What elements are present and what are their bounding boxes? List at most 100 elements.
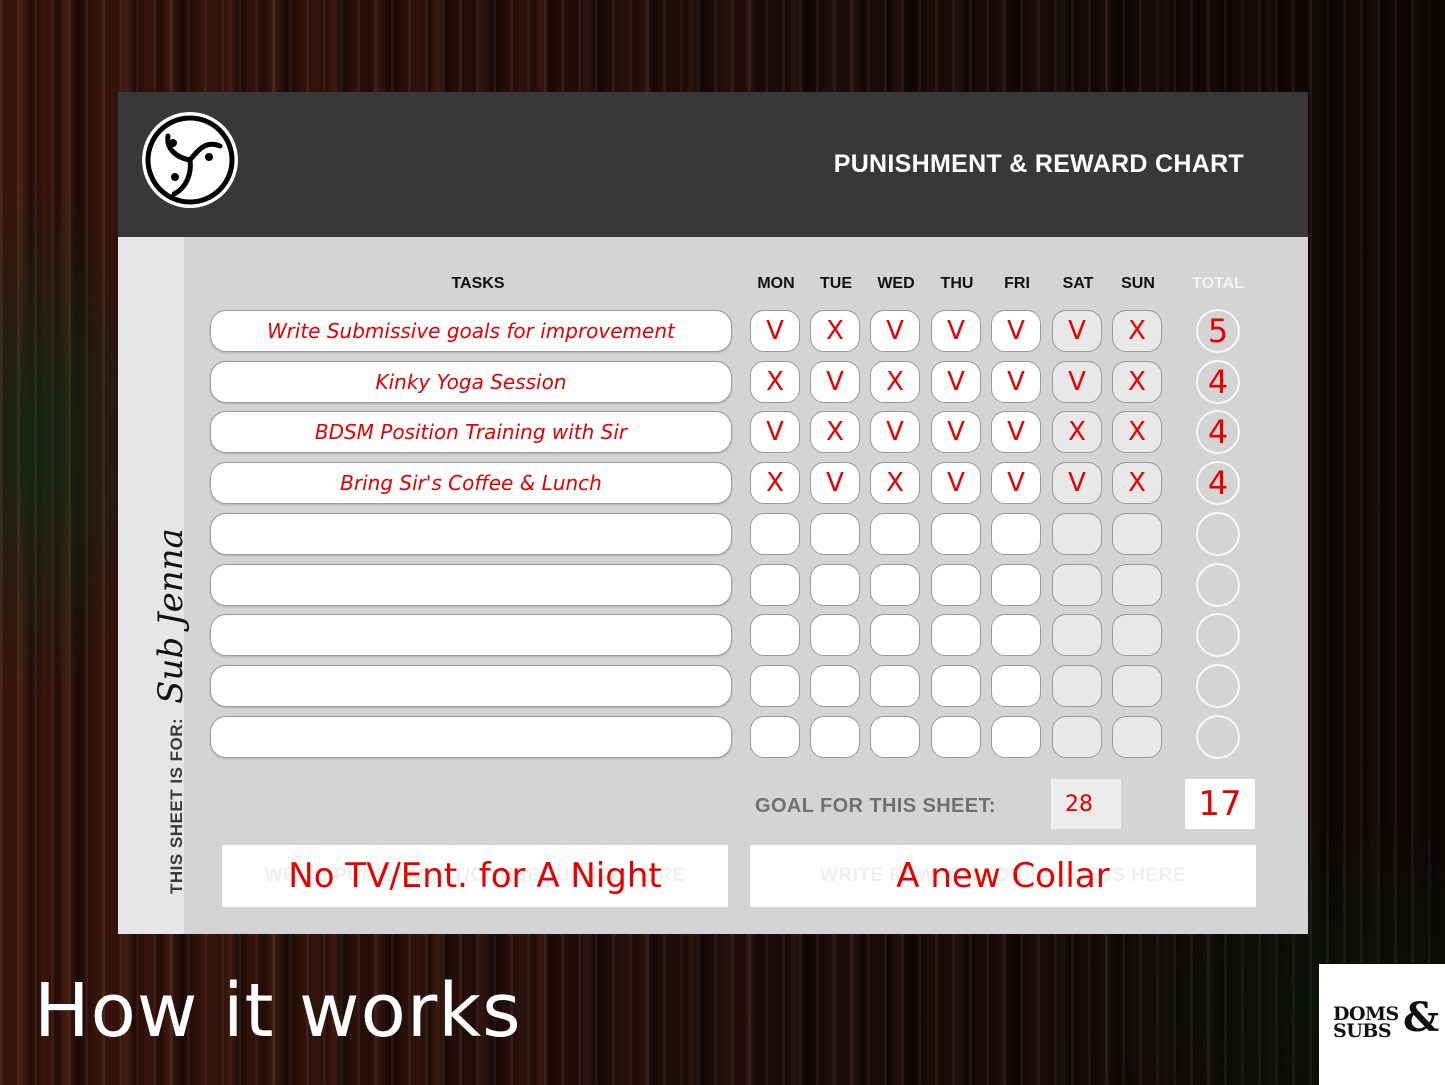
reward-value: A new Collar [896, 856, 1110, 896]
punishment-field[interactable]: WRITE PUNISHMENT/CONSEQUENCE HERE No TV/… [222, 845, 728, 907]
goal-value-field[interactable]: 28 [1051, 779, 1121, 829]
reward-field[interactable]: WRITE REWARD FOR SUCCESS HERE A new Coll… [750, 845, 1256, 907]
day-checkbox-thu[interactable]: V [931, 360, 981, 403]
sheet-owner-label: THIS SHEET IS FOR: [167, 717, 186, 894]
day-checkbox-thu[interactable]: V [931, 310, 981, 352]
day-checkbox-sat[interactable] [1052, 715, 1102, 758]
day-checkbox-mon[interactable] [750, 512, 800, 555]
day-checkbox-sun[interactable] [1112, 512, 1162, 555]
day-checkbox-sun[interactable]: X [1112, 462, 1162, 505]
row-total[interactable] [1196, 562, 1240, 607]
day-checkbox-fri[interactable] [991, 664, 1041, 707]
day-checkbox-thu[interactable] [931, 512, 981, 555]
day-checkbox-fri[interactable]: V [991, 411, 1041, 454]
row-total[interactable]: 4 [1196, 359, 1240, 404]
day-checkbox-fri[interactable] [991, 512, 1041, 555]
day-checkbox-mon[interactable]: X [750, 360, 800, 403]
task-field[interactable] [210, 563, 732, 606]
day-checkbox-tue[interactable] [810, 512, 860, 555]
task-field[interactable]: Kinky Yoga Session [210, 360, 732, 403]
day-checkbox-wed[interactable] [870, 614, 920, 657]
row-total[interactable]: 4 [1196, 461, 1240, 506]
day-checkbox-sun[interactable] [1112, 614, 1162, 657]
day-checkbox-wed[interactable] [870, 715, 920, 758]
day-checkbox-tue[interactable] [810, 664, 860, 707]
day-checkbox-fri[interactable] [991, 715, 1041, 758]
day-checkbox-thu[interactable] [931, 715, 981, 758]
day-checkbox-tue[interactable]: V [810, 360, 860, 403]
achieved-total-field[interactable]: 17 [1185, 779, 1255, 829]
brand-ampersand: & [1403, 994, 1440, 1041]
row-total[interactable] [1196, 511, 1240, 556]
bdsm-triskelion-icon [142, 112, 238, 208]
day-checkbox-tue[interactable] [810, 715, 860, 758]
day-checkbox-thu[interactable]: V [931, 411, 981, 454]
day-checkbox-sun[interactable] [1112, 715, 1162, 758]
day-checkbox-sun[interactable]: X [1112, 310, 1162, 352]
day-checkbox-fri[interactable]: V [991, 310, 1041, 352]
day-column-header: TUE [820, 275, 852, 292]
day-checkbox-thu[interactable] [931, 563, 981, 606]
day-checkbox-sat[interactable] [1052, 563, 1102, 606]
punishment-value: No TV/Ent. for A Night [288, 856, 662, 896]
day-checkbox-sat[interactable]: V [1052, 360, 1102, 403]
row-total[interactable] [1196, 663, 1240, 708]
day-checkbox-thu[interactable] [931, 614, 981, 657]
day-checkbox-tue[interactable] [810, 563, 860, 606]
sheet-owner-name[interactable]: Sub Jenna [151, 528, 191, 704]
day-checkbox-sat[interactable] [1052, 614, 1102, 657]
total-column-header: TOTAL [1192, 275, 1244, 292]
day-column-header: SUN [1121, 275, 1155, 292]
day-checkbox-tue[interactable] [810, 614, 860, 657]
day-checkbox-mon[interactable] [750, 614, 800, 657]
row-total[interactable] [1196, 613, 1240, 658]
day-checkbox-mon[interactable]: X [750, 462, 800, 505]
day-checkbox-sun[interactable] [1112, 664, 1162, 707]
day-checkbox-mon[interactable]: V [750, 310, 800, 352]
task-field[interactable]: Write Submissive goals for improvement [210, 310, 732, 352]
day-checkbox-thu[interactable]: V [931, 462, 981, 505]
row-total[interactable]: 4 [1196, 410, 1240, 455]
day-checkbox-sun[interactable] [1112, 563, 1162, 606]
task-field[interactable]: Bring Sir's Coffee & Lunch [210, 462, 732, 505]
day-checkbox-sat[interactable] [1052, 664, 1102, 707]
tasks-column-header: TASKS [451, 275, 505, 292]
day-checkbox-tue[interactable]: X [810, 310, 860, 352]
day-checkbox-wed[interactable]: X [870, 462, 920, 505]
row-total[interactable]: 5 [1196, 309, 1240, 353]
day-checkbox-sat[interactable]: V [1052, 462, 1102, 505]
day-checkbox-wed[interactable] [870, 512, 920, 555]
day-checkbox-mon[interactable] [750, 715, 800, 758]
sheet-title: PUNISHMENT & REWARD CHART [833, 150, 1244, 178]
day-checkbox-sat[interactable] [1052, 512, 1102, 555]
day-checkbox-mon[interactable] [750, 664, 800, 707]
task-field[interactable] [210, 664, 732, 707]
row-total[interactable] [1196, 714, 1240, 759]
day-checkbox-mon[interactable]: V [750, 411, 800, 454]
day-checkbox-sun[interactable]: X [1112, 360, 1162, 403]
task-field[interactable] [210, 512, 732, 555]
sheet-owner: THIS SHEET IS FOR: Sub Jenna [151, 528, 191, 894]
reward-chart-sheet: PUNISHMENT & REWARD CHART THIS SHEET IS … [118, 92, 1308, 934]
task-field[interactable] [210, 715, 732, 758]
day-checkbox-wed[interactable] [870, 664, 920, 707]
day-checkbox-thu[interactable] [931, 664, 981, 707]
day-checkbox-wed[interactable]: V [870, 310, 920, 352]
task-field[interactable] [210, 614, 732, 657]
day-checkbox-sat[interactable]: X [1052, 411, 1102, 454]
day-checkbox-fri[interactable] [991, 614, 1041, 657]
task-field[interactable]: BDSM Position Training with Sir [210, 411, 732, 454]
day-checkbox-mon[interactable] [750, 563, 800, 606]
day-checkbox-fri[interactable]: V [991, 360, 1041, 403]
day-checkbox-wed[interactable] [870, 563, 920, 606]
day-checkbox-sat[interactable]: V [1052, 310, 1102, 352]
day-checkbox-wed[interactable]: V [870, 411, 920, 454]
day-checkbox-tue[interactable]: V [810, 462, 860, 505]
day-checkbox-sun[interactable]: X [1112, 411, 1162, 454]
day-checkbox-fri[interactable]: V [991, 462, 1041, 505]
brand-line-2: SUBS [1333, 1020, 1392, 1042]
day-column-header: FRI [1004, 275, 1030, 292]
day-checkbox-tue[interactable]: X [810, 411, 860, 454]
day-checkbox-fri[interactable] [991, 563, 1041, 606]
day-checkbox-wed[interactable]: X [870, 360, 920, 403]
